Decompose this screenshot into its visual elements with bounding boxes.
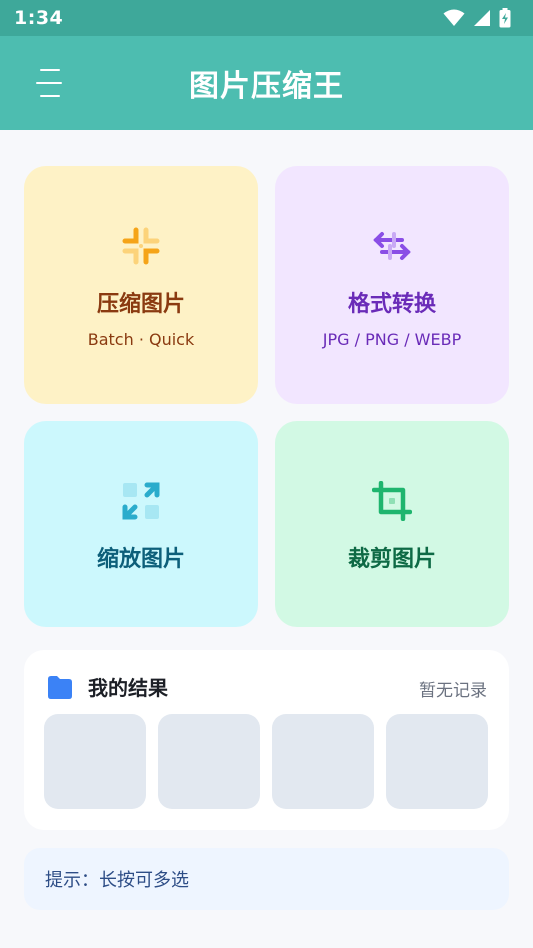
compress-icon	[122, 227, 160, 265]
result-thumbnail[interactable]	[272, 714, 374, 809]
results-title: 我的结果	[88, 676, 168, 700]
compress-card[interactable]: 压缩图片 Batch · Quick	[24, 166, 258, 404]
folder-icon	[48, 675, 72, 699]
convert-arrows-icon	[373, 232, 411, 260]
tip-banner: 提示：长按可多选	[24, 848, 509, 910]
crop-title: 裁剪图片	[347, 547, 436, 572]
menu-icon[interactable]	[36, 67, 64, 99]
convert-card[interactable]: 格式转换 JPG / PNG / WEBP	[275, 166, 509, 404]
results-panel: 我的结果 暂无记录	[24, 650, 509, 830]
wifi-icon	[443, 9, 465, 26]
convert-title: 格式转换	[347, 292, 436, 317]
resize-icon	[122, 482, 160, 520]
convert-subtitle: JPG / PNG / WEBP	[322, 330, 462, 349]
status-bar: 1:34	[0, 0, 533, 36]
results-empty-label: 暂无记录	[419, 681, 487, 701]
crop-card[interactable]: 裁剪图片	[275, 421, 509, 627]
results-thumbnails	[44, 714, 488, 809]
status-time: 1:34	[14, 7, 64, 29]
app-title: 图片压缩王	[189, 69, 344, 104]
resize-card[interactable]: 缩放图片	[24, 421, 258, 627]
result-thumbnail[interactable]	[44, 714, 146, 809]
status-icons	[443, 8, 511, 28]
result-thumbnail[interactable]	[158, 714, 260, 809]
app-bar: 图片压缩王	[0, 36, 533, 130]
crop-icon	[372, 481, 412, 521]
compress-title: 压缩图片	[96, 292, 185, 317]
resize-title: 缩放图片	[96, 547, 185, 572]
signal-icon	[474, 10, 490, 26]
results-header: 我的结果	[46, 672, 168, 701]
result-thumbnail[interactable]	[386, 714, 488, 809]
battery-charging-icon	[499, 8, 511, 28]
compress-subtitle: Batch · Quick	[87, 330, 195, 349]
